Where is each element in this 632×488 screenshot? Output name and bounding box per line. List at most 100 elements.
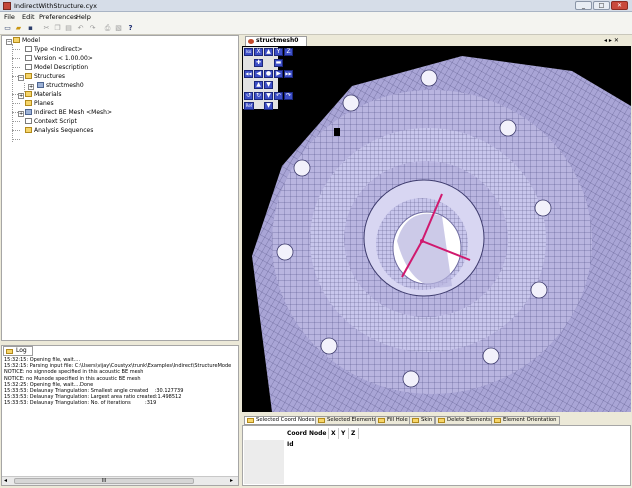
tree-item-indirect-be-mesh[interactable]: Indirect BE Mesh <Mesh> [25, 109, 112, 117]
x-view-button[interactable]: X [254, 48, 263, 56]
paste-icon[interactable]: ▤ [64, 24, 73, 33]
cut-icon[interactable]: ✂ [42, 24, 51, 33]
open-icon[interactable]: ▰ [14, 24, 23, 33]
maximize-button[interactable]: □ [593, 1, 610, 10]
folder-icon [25, 73, 32, 79]
folder-icon [494, 418, 501, 423]
pan-right-button[interactable]: ▶ [274, 70, 283, 78]
tab-skin[interactable]: Skin [409, 416, 436, 425]
print-preview-icon[interactable]: ▧ [114, 24, 123, 33]
tab-navigation-arrows[interactable]: ◂ ▸ ✕ [604, 37, 619, 44]
tab-log[interactable]: Log [3, 346, 33, 356]
3d-viewport[interactable] [242, 46, 631, 412]
folder-icon [6, 349, 13, 354]
pan-far-right-button[interactable]: ▶▶ [284, 70, 293, 78]
column-header-x[interactable]: X [329, 428, 339, 439]
tree-item-materials[interactable]: Materials [25, 91, 62, 99]
zoom-in-button[interactable]: ✚ [254, 59, 263, 67]
tree-item-model[interactable]: Model [13, 37, 40, 45]
log-output: 15:32:15: Opening file, wait.... 15:32:15… [4, 357, 236, 407]
folder-icon [412, 418, 419, 423]
scroll-left-icon[interactable]: ◂ [4, 477, 7, 484]
tree-item-model-description[interactable]: Model Description [25, 64, 88, 72]
rotate-cw-button[interactable]: ↻ [254, 92, 263, 100]
folder-icon [25, 100, 32, 106]
menu-help[interactable]: Help [76, 13, 91, 22]
log-line: 15:33:53: Delaunay Triangulation: No. of… [4, 400, 157, 407]
help-icon[interactable]: ? [126, 24, 135, 33]
pan-left-button[interactable]: ◀ [254, 70, 263, 78]
folder-icon [378, 418, 385, 423]
folder-icon [438, 418, 445, 423]
tree-item-context-script[interactable]: Context Script [25, 118, 77, 126]
reference-view-button[interactable]: Ref [244, 102, 254, 110]
table-row-header [244, 440, 284, 484]
step-down-button[interactable]: ▼ [264, 102, 273, 110]
rotate-down-button[interactable]: ▼ [264, 92, 273, 100]
tab-selected-coord-nodes[interactable]: Selected Coord Nodes [244, 416, 318, 425]
iso-view-button[interactable]: Iso [244, 48, 253, 56]
tree-expander-structmesh0[interactable]: + [28, 84, 34, 90]
tree-item-type[interactable]: Type <Indirect> [25, 46, 82, 54]
mesh-view-icon [248, 39, 254, 44]
roll-right-button[interactable]: ↷ [284, 92, 293, 100]
tree-item-analysis-sequences[interactable]: Analysis Sequences [25, 127, 93, 135]
column-header-z[interactable]: Z [349, 428, 359, 439]
tree-item-structmesh0[interactable]: structmesh0 [37, 82, 84, 90]
menu-file[interactable]: File [4, 13, 15, 22]
center-view-button[interactable]: ● [264, 70, 273, 78]
minimize-button[interactable]: _ [575, 1, 592, 10]
title-bar: IndirectWithStructure.cyx _ □ ✕ [0, 0, 632, 12]
menu-preferences[interactable]: Preferences [39, 13, 77, 22]
pan-up-button[interactable]: ▲ [254, 81, 263, 89]
mesh-icon [37, 82, 44, 88]
folder-icon [318, 418, 325, 423]
zoom-out-button[interactable]: ▬ [274, 59, 283, 67]
tree-expander-structures[interactable]: − [18, 75, 24, 81]
tab-delete-elements[interactable]: Delete Elements [435, 416, 494, 425]
tree-item-structures[interactable]: Structures [25, 73, 65, 81]
tree-expander-indirect-be-mesh[interactable]: + [18, 111, 24, 117]
save-icon[interactable]: ▪ [26, 24, 35, 33]
view-navigation-panel: Iso X ▲ Y Z ✚ ▬ ◀◀ ◀ ● ▶ ▶▶ ▲ ▼ ↺ ↻ ▼ ↶ … [243, 47, 293, 110]
toolbar: ▭ ▰ ▪ ✂ ❐ ▤ ↶ ↷ ⎙ ▧ ? [0, 23, 632, 35]
copy-icon[interactable]: ❐ [53, 24, 62, 33]
new-icon[interactable]: ▭ [3, 24, 12, 33]
tab-element-orientation[interactable]: Element Orientation [491, 416, 560, 425]
tree-item-planes[interactable]: Planes [25, 100, 54, 108]
app-icon [3, 2, 11, 10]
pan-far-left-button[interactable]: ◀◀ [244, 70, 253, 78]
folder-icon [25, 127, 32, 133]
close-window-button[interactable]: ✕ [611, 1, 628, 10]
document-icon [25, 64, 32, 70]
menu-edit[interactable]: Edit [22, 13, 35, 22]
log-horizontal-scrollbar[interactable]: ◂ III ▸ [2, 476, 238, 485]
scroll-right-icon[interactable]: ▸ [230, 477, 233, 484]
y-view-button[interactable]: Y [274, 48, 283, 56]
z-view-button[interactable]: Z [284, 48, 293, 56]
column-header-coord-node-id[interactable]: Coord Node Id [285, 428, 329, 448]
model-tree-panel: − Model Type <Indirect> Version < 1.00.0… [1, 35, 239, 341]
folder-icon [25, 91, 32, 97]
folder-icon [13, 37, 20, 43]
scrollbar-thumb[interactable]: III [14, 478, 194, 484]
redo-icon[interactable]: ↷ [88, 24, 97, 33]
tab-structmesh0[interactable]: structmesh0 [245, 36, 307, 46]
tree-expander-materials[interactable]: + [18, 93, 24, 99]
rotate-ccw-button[interactable]: ↺ [244, 92, 253, 100]
print-icon[interactable]: ⎙ [103, 24, 112, 33]
menu-bar: File Edit Preferences Help [0, 12, 632, 23]
document-icon [25, 46, 32, 52]
column-header-y[interactable]: Y [339, 428, 349, 439]
tree-expander-model[interactable]: − [6, 39, 12, 45]
tab-fill-hole[interactable]: Fill Hole [375, 416, 411, 425]
document-icon [25, 55, 32, 61]
mesh-icon [25, 109, 32, 115]
undo-icon[interactable]: ↶ [76, 24, 85, 33]
tree-item-version[interactable]: Version < 1.00.00> [25, 55, 93, 63]
rotate-up-button[interactable]: ▲ [264, 48, 273, 56]
roll-left-button[interactable]: ↶ [274, 92, 283, 100]
pan-down-button[interactable]: ▼ [264, 81, 273, 89]
tab-selected-elements[interactable]: Selected Elements [315, 416, 380, 425]
folder-icon [247, 418, 254, 423]
